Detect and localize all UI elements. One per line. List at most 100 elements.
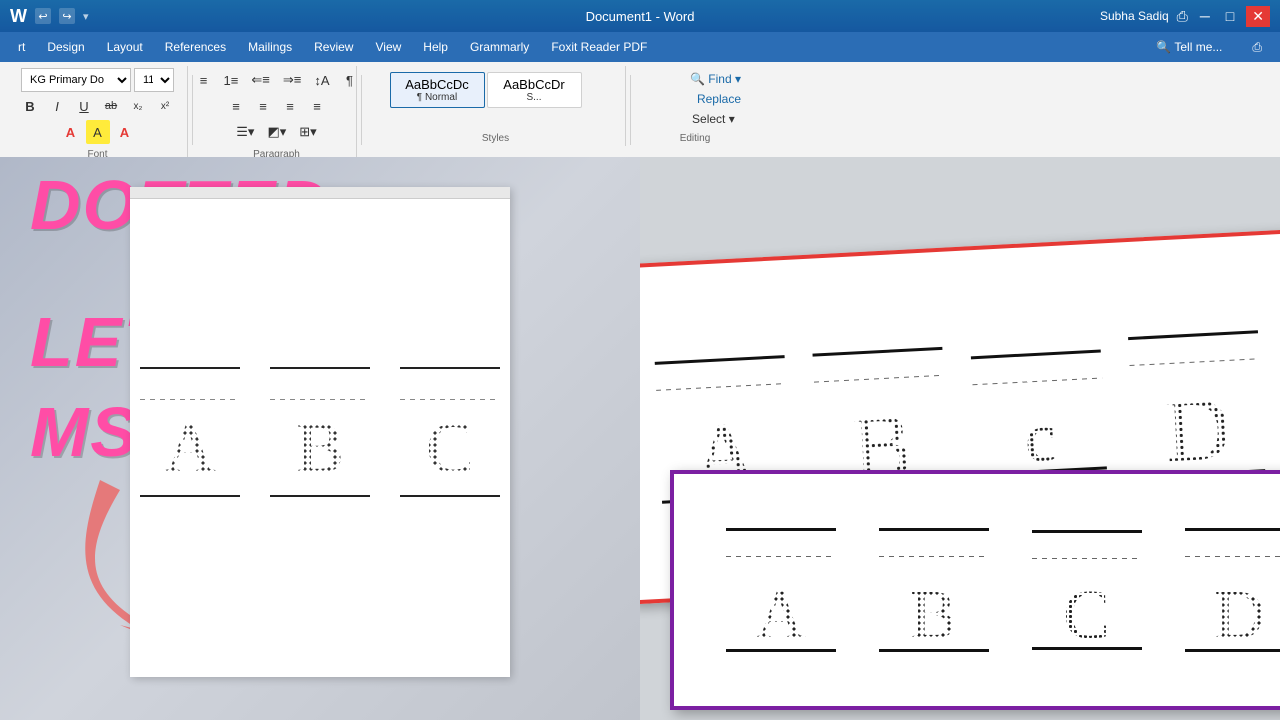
- align-left-button[interactable]: ≡: [224, 94, 248, 118]
- font-group: KG Primary Do 11 B I U ab x₂ x² A A A Fo…: [8, 66, 188, 157]
- ribbon-toolbar: KG Primary Do 11 B I U ab x₂ x² A A A Fo…: [0, 62, 1280, 157]
- underline-button[interactable]: U: [72, 94, 96, 118]
- font-row-2: B I U ab x₂ x²: [18, 94, 177, 118]
- style-gallery: AaBbCcDc ¶ Normal AaBbCcDr S...: [386, 68, 606, 112]
- para-row-3: ☰▾ ◩▾ ⊞▾: [231, 120, 321, 144]
- sort-button[interactable]: ↕A: [309, 68, 334, 92]
- red-doc-letter-D: D: [1128, 330, 1265, 479]
- replace-button[interactable]: Replace: [686, 90, 745, 108]
- purple-A-dash-line: [726, 556, 836, 557]
- para-row-2: ≡ ≡ ≡ ≡: [224, 94, 329, 118]
- show-marks-button[interactable]: ¶: [337, 68, 361, 92]
- menu-item-design[interactable]: Design: [37, 36, 94, 58]
- font-size-select[interactable]: 11: [134, 68, 174, 92]
- font-row-1: KG Primary Do 11: [21, 68, 174, 92]
- font-color2-button[interactable]: A: [113, 120, 137, 144]
- italic-button[interactable]: I: [45, 94, 69, 118]
- paragraph-group: ≡ 1≡ ⇐≡ ⇒≡ ↕A ¶ ≡ ≡ ≡ ≡ ☰▾ ◩▾ ⊞▾ Paragra…: [197, 66, 357, 157]
- undo-button[interactable]: ↩: [35, 8, 51, 24]
- letter-A-char: A: [164, 400, 216, 495]
- menu-item-grammarly[interactable]: Grammarly: [460, 36, 539, 58]
- menu-item-foxit[interactable]: Foxit Reader PDF: [541, 36, 657, 58]
- minimize-icon[interactable]: ─: [1196, 8, 1214, 24]
- word-logo-icon: W: [10, 6, 27, 27]
- menu-item-view[interactable]: View: [365, 36, 411, 58]
- font-row-3: A A A: [59, 120, 137, 144]
- title-bar-right: Subha Sadiq ⎙ ─ □ ✕: [1100, 6, 1270, 27]
- letter-B-bottom-line: [270, 495, 370, 497]
- purple-C-dash-line: [1032, 558, 1142, 559]
- separator-3: [630, 75, 631, 145]
- doc-letters-group: A B C: [140, 367, 500, 497]
- red-D-char: D: [1163, 388, 1232, 472]
- red-A-top-line: [655, 355, 785, 365]
- justify-button[interactable]: ≡: [305, 94, 329, 118]
- style-normal[interactable]: AaBbCcDc ¶ Normal: [390, 72, 485, 108]
- style1-preview: AaBbCcDc: [399, 77, 476, 92]
- indent-button[interactable]: ⇒≡: [278, 68, 306, 92]
- find-button[interactable]: 🔍 Find ▾: [686, 70, 745, 88]
- red-c-top-line: [971, 350, 1101, 360]
- purple-C-char: C: [1063, 584, 1110, 647]
- style-heading1[interactable]: AaBbCcDr S...: [487, 72, 582, 108]
- share-button[interactable]: ⎙: [1242, 36, 1272, 59]
- highlight-button[interactable]: A: [86, 120, 110, 144]
- title-bar-left: W ↩ ↪ ▾: [10, 6, 89, 27]
- align-right-button[interactable]: ≡: [278, 94, 302, 118]
- bold-button[interactable]: B: [18, 94, 42, 118]
- red-doc-letter-c: c: [971, 350, 1107, 477]
- menu-item-help[interactable]: Help: [413, 36, 458, 58]
- align-center-button[interactable]: ≡: [251, 94, 275, 118]
- purple-A-top-line: [726, 528, 836, 531]
- font-group-label: Font: [87, 149, 107, 157]
- border-button[interactable]: ⊞▾: [294, 120, 321, 144]
- font-family-select[interactable]: KG Primary Do: [21, 68, 131, 92]
- numbering-button[interactable]: 1≡: [219, 68, 244, 92]
- menu-item-review[interactable]: Review: [304, 36, 363, 58]
- letter-C-group: C: [400, 367, 500, 497]
- left-panel: DOTTED LETTERS IN MS WORD A: [0, 157, 640, 720]
- maximize-icon[interactable]: □: [1222, 8, 1238, 24]
- outdent-button[interactable]: ⇐≡: [246, 68, 274, 92]
- para-row-1: ≡ 1≡ ⇐≡ ⇒≡ ↕A ¶: [192, 68, 362, 92]
- menu-item-references[interactable]: References: [155, 36, 236, 58]
- styles-group-label: Styles: [482, 133, 509, 144]
- strikethrough-button[interactable]: ab: [99, 94, 123, 118]
- letter-B-char: B: [296, 400, 344, 495]
- purple-D-dash-line: [1185, 556, 1280, 557]
- letter-A-top-line: [140, 367, 240, 369]
- red-D-dash-line: [1130, 358, 1260, 366]
- purple-A-char: A: [755, 584, 806, 647]
- close-icon[interactable]: ✕: [1246, 6, 1270, 27]
- find-replace-group: 🔍 Find ▾ Replace Select ▾: [686, 70, 745, 128]
- bullets-button[interactable]: ≡: [192, 68, 216, 92]
- purple-D-top-line: [1185, 528, 1280, 531]
- purple-B-top-line: [879, 528, 989, 531]
- shading-button[interactable]: ◩▾: [262, 120, 291, 144]
- select-button[interactable]: Select ▾: [686, 110, 745, 128]
- purple-doc-letter-D: D: [1185, 528, 1280, 652]
- purple-C-top-line: [1032, 530, 1142, 533]
- purple-doc-letter-B: B: [879, 528, 989, 652]
- letter-C-top-line: [400, 367, 500, 369]
- purple-doc-letter-A: A: [726, 528, 836, 652]
- redo-button[interactable]: ↪: [59, 8, 75, 24]
- letter-C-bottom-line: [400, 495, 500, 497]
- menu-item-mailings[interactable]: Mailings: [238, 36, 302, 58]
- subscript-button[interactable]: x₂: [126, 94, 150, 118]
- list-button[interactable]: ☰▾: [231, 120, 259, 144]
- letter-C-char: C: [426, 400, 474, 495]
- red-B-dash-line: [814, 375, 944, 383]
- tell-me-input[interactable]: 🔍 Tell me...: [1146, 36, 1232, 58]
- purple-A-bottom-line: [726, 649, 836, 652]
- username: Subha Sadiq: [1100, 9, 1169, 23]
- style1-name: ¶ Normal: [399, 92, 476, 103]
- menu-item-layout[interactable]: Layout: [97, 36, 153, 58]
- right-panel: A B c D: [640, 157, 1280, 720]
- editing-group: 🔍 Find ▾ Replace Select ▾ Editing: [635, 66, 755, 146]
- style2-name: S...: [496, 92, 573, 103]
- letter-A-group: A: [140, 367, 240, 497]
- font-color-button[interactable]: A: [59, 120, 83, 144]
- menu-item-rt[interactable]: rt: [8, 36, 35, 58]
- superscript-button[interactable]: x²: [153, 94, 177, 118]
